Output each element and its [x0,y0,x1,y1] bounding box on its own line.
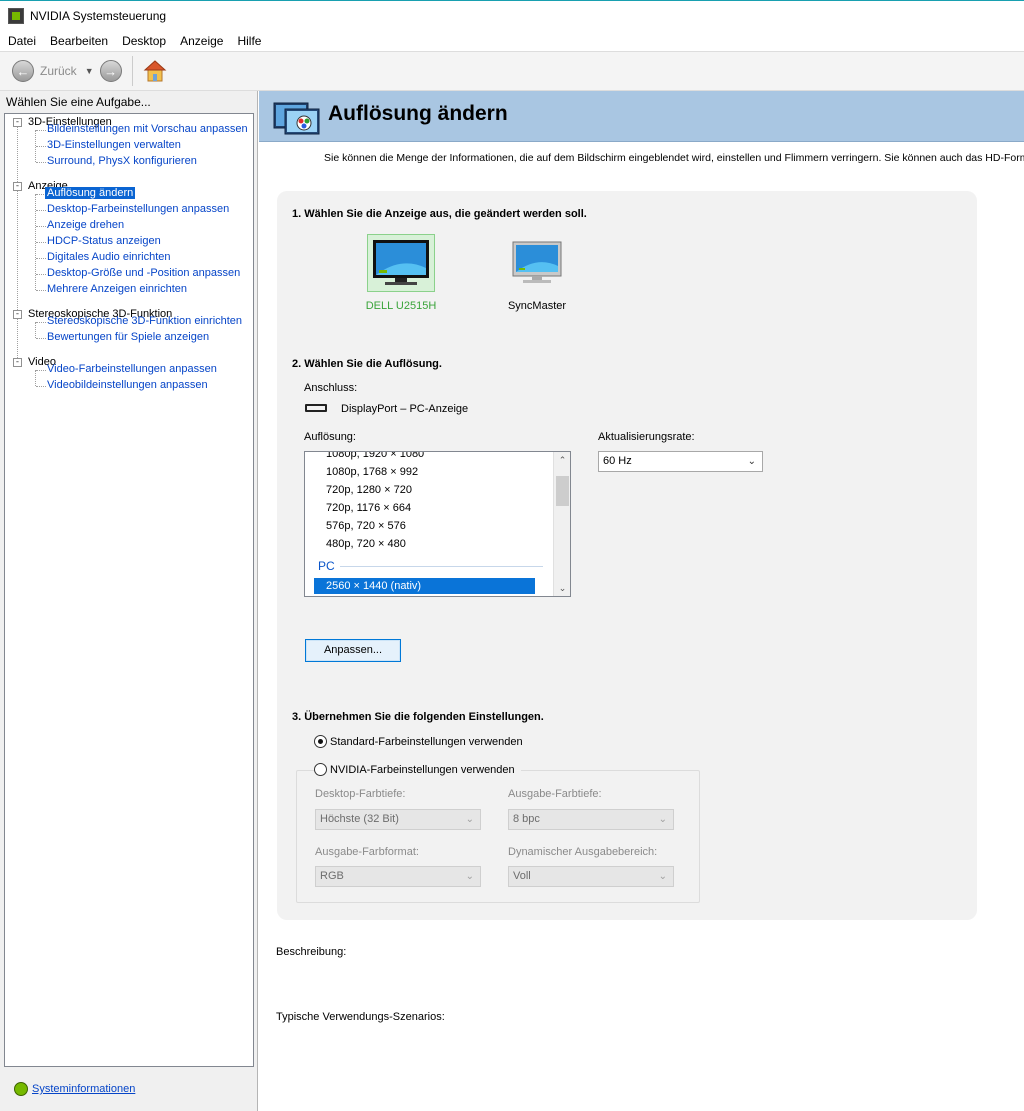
menu-desktop[interactable]: Desktop [122,34,166,48]
chevron-down-icon: ⌄ [658,814,667,825]
list-group-divider [340,566,543,567]
task-panel: Wählen Sie eine Aufgabe... - 3D-Einstell… [0,91,258,1111]
display-label-dell: DELL U2515H [365,300,437,312]
radio-nvidia-colors[interactable]: NVIDIA-Farbeinstellungen verwenden [314,763,521,776]
refresh-rate-value: 60 Hz [603,455,632,467]
display-resolution-icon [273,102,320,135]
color-depth-label: Desktop-Farbtiefe: [315,788,406,800]
list-item[interactable]: 480p, 720 × 480 [326,538,406,550]
output-format-select[interactable]: RGB ⌄ [315,866,481,887]
content-panel: Auflösung ändern Sie können die Menge de… [259,91,1024,1111]
sidebar-item-aufloesung[interactable]: Auflösung ändern [45,187,136,199]
display-tile-syncmaster[interactable]: SyncMaster [501,234,573,312]
step2-title: 2. Wählen Sie die Auflösung. [292,358,442,370]
sidebar-item-3d-einstellungen[interactable]: 3D-Einstellungen verwalten [47,139,181,151]
list-item[interactable]: 720p, 1176 × 664 [326,502,411,514]
list-scrollbar[interactable]: ⌃ ⌄ [553,452,570,596]
scroll-up-icon[interactable]: ⌃ [554,452,570,468]
sidebar-item-bildeinstellungen[interactable]: Bildeinstellungen mit Vorschau anpassen [47,123,248,135]
page-header: Auflösung ändern [259,91,1024,142]
sidebar-item-surround[interactable]: Surround, PhysX konfigurieren [47,155,197,167]
output-depth-label: Ausgabe-Farbtiefe: [508,788,602,800]
resolution-list[interactable]: 1080p, 1920 × 1080 1080p, 1768 × 992 720… [304,451,571,597]
sidebar-item-desktop-farbe[interactable]: Desktop-Farbeinstellungen anpassen [47,203,229,215]
sidebar-item-bewertungen[interactable]: Bewertungen für Spiele anzeigen [47,331,209,343]
output-depth-select[interactable]: 8 bpc ⌄ [508,809,674,830]
chevron-down-icon: ⌄ [465,871,474,882]
display-label-syncmaster: SyncMaster [507,300,567,312]
chevron-down-icon: ⌄ [658,871,667,882]
menu-bearbeiten[interactable]: Bearbeiten [50,34,108,48]
list-item[interactable]: 576p, 720 × 576 [326,520,406,532]
sidebar-item-audio[interactable]: Digitales Audio einrichten [47,251,171,263]
collapse-icon[interactable]: - [13,357,22,367]
list-item[interactable]: 720p, 1280 × 720 [326,484,412,496]
sidebar-item-stereo-einrichten[interactable]: Stereoskopische 3D-Funktion einrichten [47,315,242,327]
dynamic-range-label: Dynamischer Ausgabebereich: [508,846,658,858]
toolbar-separator [131,56,133,86]
chevron-down-icon: ⌄ [747,456,756,467]
resolution-label: Auflösung: [304,431,356,443]
monitor-icon [512,241,562,283]
task-tree: - 3D-Einstellungen Bildeinstellungen mit… [4,113,254,1067]
customize-button[interactable]: Anpassen... [305,639,401,662]
displayport-icon [305,404,327,412]
radio-checked-icon[interactable] [314,735,327,748]
step1-title: 1. Wählen Sie die Anzeige aus, die geänd… [292,208,587,220]
menu-bar: Datei Bearbeiten Desktop Anzeige Hilfe [0,31,1024,51]
list-item-selected[interactable]: 2560 × 1440 (nativ) [314,578,535,594]
title-bar: NVIDIA Systemsteuerung [0,0,1024,31]
dynamic-range-select[interactable]: Voll ⌄ [508,866,674,887]
nvidia-info-icon[interactable] [14,1082,28,1096]
chevron-down-icon: ⌄ [465,814,474,825]
monitor-icon [373,240,429,285]
sidebar-item-mehrere-anzeigen[interactable]: Mehrere Anzeigen einrichten [47,283,187,295]
color-depth-select[interactable]: Höchste (32 Bit) ⌄ [315,809,481,830]
scroll-thumb[interactable] [556,476,569,506]
refresh-rate-select[interactable]: 60 Hz ⌄ [598,451,763,472]
history-dropdown-icon[interactable]: ▼ [85,66,94,76]
back-button-label[interactable]: Zurück [40,64,77,78]
connection-label: Anschluss: [304,382,358,394]
scroll-down-icon[interactable]: ⌄ [554,580,570,596]
back-arrow-icon[interactable]: ← [12,60,34,82]
page-intro: Sie können die Menge der Informationen, … [324,152,1024,164]
sidebar-item-desktop-groesse[interactable]: Desktop-Größe und -Position anpassen [47,267,240,279]
menu-anzeige[interactable]: Anzeige [180,34,223,48]
refresh-label: Aktualisierungsrate: [598,431,695,443]
forward-arrow-icon[interactable]: → [99,60,122,82]
radio-unchecked-icon[interactable] [314,763,327,776]
collapse-icon[interactable]: - [13,181,22,191]
settings-group: 1. Wählen Sie die Anzeige aus, die geänd… [277,191,977,920]
window-title: NVIDIA Systemsteuerung [30,9,167,23]
system-info-link[interactable]: Systeminformationen [32,1083,135,1095]
home-icon[interactable] [143,59,167,83]
sidebar-item-anzeige-drehen[interactable]: Anzeige drehen [47,219,124,231]
sidebar-item-video-farbe[interactable]: Video-Farbeinstellungen anpassen [47,363,217,375]
connection-value: DisplayPort – PC-Anzeige [341,403,469,415]
menu-datei[interactable]: Datei [8,34,36,48]
task-panel-header: Wählen Sie eine Aufgabe... [6,95,151,109]
collapse-icon[interactable]: - [13,309,22,319]
collapse-icon[interactable]: - [13,117,22,127]
nvidia-color-fieldset: Desktop-Farbtiefe: Höchste (32 Bit) ⌄ Au… [296,770,700,903]
sidebar-item-hdcp[interactable]: HDCP-Status anzeigen [47,235,161,247]
output-format-label: Ausgabe-Farbformat: [315,846,419,858]
toolbar: ← Zurück ▼ → [0,51,1024,91]
display-tile-dell[interactable]: DELL U2515H [365,234,437,312]
nvidia-app-icon [8,8,24,24]
list-item[interactable]: 1080p, 1920 × 1080 [326,452,424,460]
system-info-link-row[interactable]: Systeminformationen [14,1082,135,1096]
radio-default-colors[interactable]: Standard-Farbeinstellungen verwenden [314,735,529,748]
list-item[interactable]: 1080p, 1768 × 992 [326,466,418,478]
step3-title: 3. Übernehmen Sie die folgenden Einstell… [292,711,544,723]
scenarios-label: Typische Verwendungs-Szenarios: [276,1011,445,1023]
menu-hilfe[interactable]: Hilfe [237,34,261,48]
description-label: Beschreibung: [276,946,347,958]
sidebar-item-videobild[interactable]: Videobildeinstellungen anpassen [47,379,208,391]
list-group-header: PC [318,559,335,573]
page-title: Auflösung ändern [328,102,508,125]
